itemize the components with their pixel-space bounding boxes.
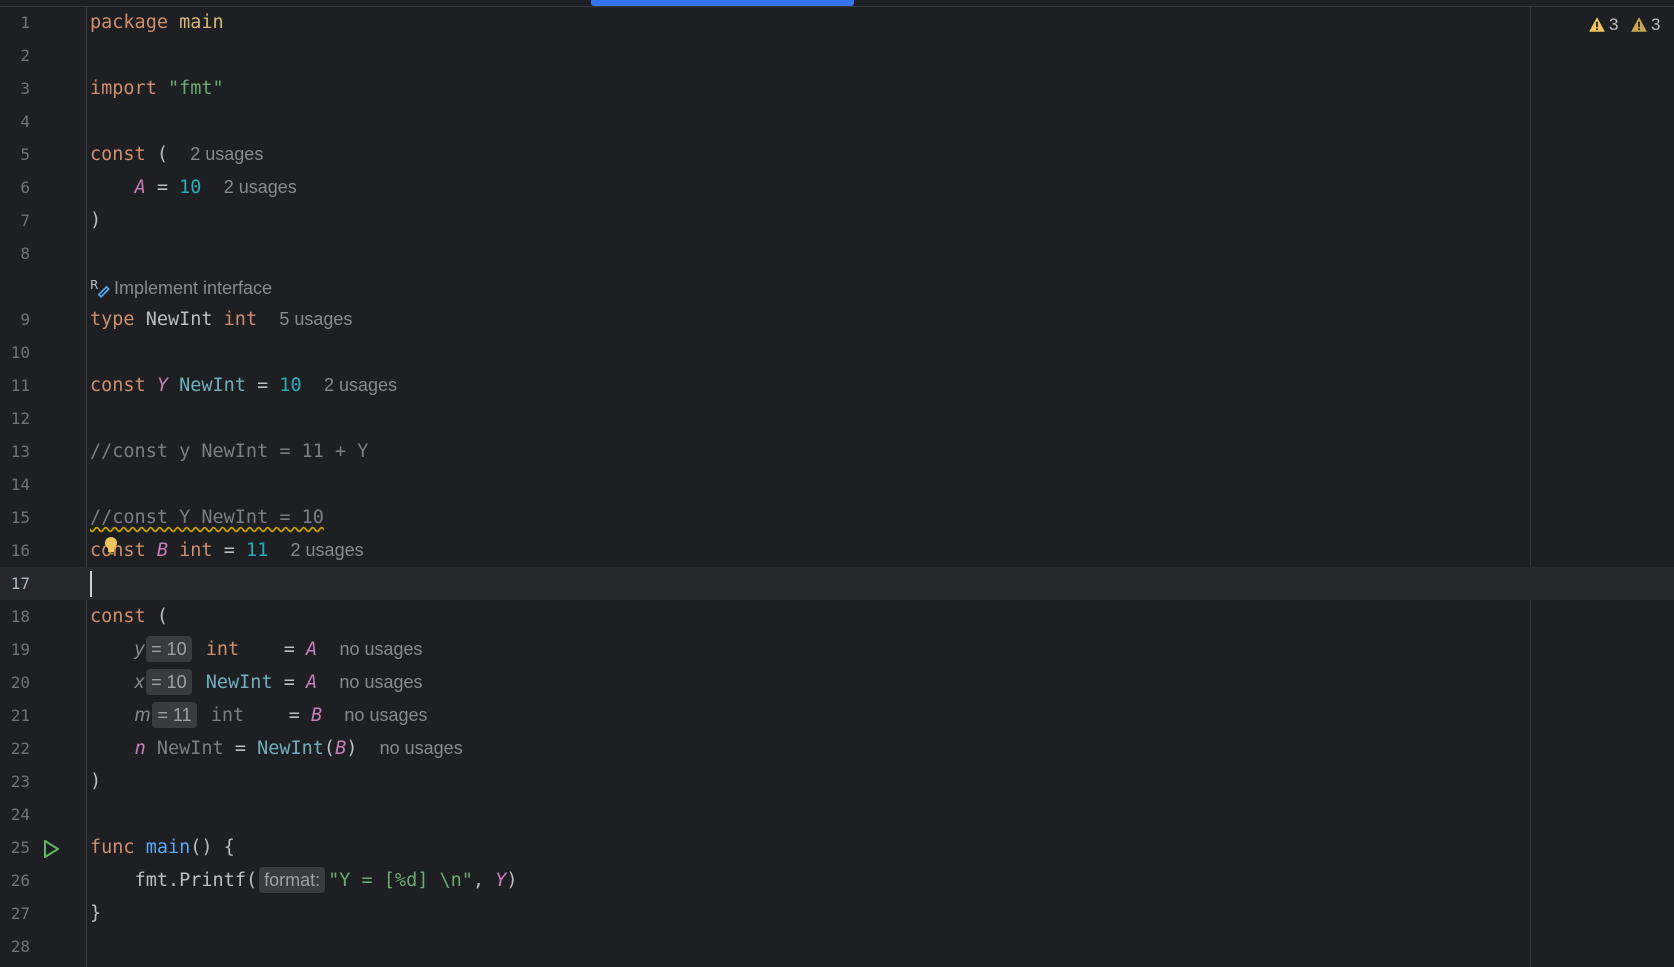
code-text[interactable]: func main() { [90,831,235,864]
value-inlay-hint: = 10 [146,669,192,695]
line-number: 16 [10,541,30,560]
code-line-17[interactable]: 17 [0,567,1674,600]
code-line-13[interactable]: 13 //const y NewInt = 11 + Y [0,435,1674,468]
code-text[interactable]: A = 10 2 usages [90,171,297,204]
line-number: 7 [20,211,30,230]
line-number: 13 [10,442,30,461]
code-line-11[interactable]: 11 const Y NewInt = 10 2 usages [0,369,1674,402]
line-number: 23 [10,772,30,791]
line-number: 5 [20,145,30,164]
line-number: 21 [10,706,30,725]
code-text[interactable]: n NewInt = NewInt(B) no usages [90,732,463,765]
code-line-2[interactable]: 2 [0,39,1674,72]
line-number: 9 [20,310,30,329]
code-line-22[interactable]: 22 n NewInt = NewInt(B) no usages [0,732,1674,765]
code-line-18[interactable]: 18 const ( [0,600,1674,633]
code-text[interactable]: const ( [90,600,168,633]
code-line-4[interactable]: 4 [0,105,1674,138]
code-line-21[interactable]: 21 m = 11 int = B no usages [0,699,1674,732]
code-line-8[interactable]: 8 [0,237,1674,270]
code-line-25[interactable]: 25 func main() { [0,831,1674,864]
usages-hint[interactable]: 2 usages [291,540,364,560]
code-line-6[interactable]: 6 A = 10 2 usages [0,171,1674,204]
code-line-1[interactable]: 1 package main [0,6,1674,39]
code-text[interactable]: ) [90,765,101,798]
usages-hint[interactable]: no usages [339,639,422,659]
parameter-name-hint: format: [259,867,326,893]
value-inlay-hint: = 10 [146,636,192,662]
line-number: 24 [10,805,30,824]
line-number: 8 [20,244,30,263]
run-icon[interactable] [40,838,62,860]
usages-hint[interactable]: 2 usages [324,375,397,395]
code-line-23[interactable]: 23 ) [0,765,1674,798]
line-number: 4 [20,112,30,131]
code-line-20[interactable]: 20 x = 10 NewInt = A no usages [0,666,1674,699]
code-text[interactable]: package main [90,6,224,39]
code-text[interactable]: type NewInt int 5 usages [90,303,352,336]
usages-hint[interactable]: no usages [380,738,463,758]
line-number: 28 [10,937,30,956]
line-number: 26 [10,871,30,890]
svg-text:R: R [90,278,99,292]
code-text[interactable]: const ( 2 usages [90,138,263,171]
line-number: 12 [10,409,30,428]
implement-interface-lens[interactable]: R Implement interface [90,277,272,299]
usages-hint[interactable]: 5 usages [279,309,352,329]
lightbulb-icon[interactable] [103,536,119,556]
code-text[interactable]: y = 10 int = A no usages [90,633,423,666]
code-line-3[interactable]: 3 import "fmt" [0,72,1674,105]
line-number: 25 [10,838,30,857]
code-line-19[interactable]: 19 y = 10 int = A no usages [0,633,1674,666]
code-text[interactable]: m = 11 int = B no usages [90,699,428,732]
code-line-14[interactable]: 14 [0,468,1674,501]
code-text[interactable]: //const Y NewInt = 10 [90,501,324,534]
line-number: 6 [20,178,30,197]
code-line-10[interactable]: 10 [0,336,1674,369]
usages-hint[interactable]: 2 usages [224,177,297,197]
line-number: 3 [20,79,30,98]
line-number: 27 [10,904,30,923]
line-number: 22 [10,739,30,758]
code-line-24[interactable]: 24 [0,798,1674,831]
code-text[interactable]: } [90,897,101,930]
code-text[interactable]: fmt.Printf(format: "Y = [%d] \n", Y) [90,864,517,897]
code-text[interactable]: const Y NewInt = 10 2 usages [90,369,397,402]
line-number: 17 [10,574,30,593]
code-line-15[interactable]: 15 //const Y NewInt = 10 [0,501,1674,534]
code-line-5[interactable]: 5 const ( 2 usages [0,138,1674,171]
code-line-26[interactable]: 26 fmt.Printf(format: "Y = [%d] \n", Y) [0,864,1674,897]
implement-interface-icon: R [90,278,110,298]
value-inlay-hint: = 11 [152,702,197,728]
usages-hint[interactable]: 2 usages [190,144,263,164]
code-line-7[interactable]: 7 ) [0,204,1674,237]
usages-hint[interactable]: no usages [344,705,427,725]
line-number: 19 [10,640,30,659]
line-number: 1 [20,13,30,32]
code-line-27[interactable]: 27 } [0,897,1674,930]
line-number: 20 [10,673,30,692]
code-text[interactable] [90,567,92,600]
code-text[interactable]: import "fmt" [90,72,224,105]
code-line-16[interactable]: 16 const B int = 11 2 usages [0,534,1674,567]
line-number: 14 [10,475,30,494]
code-line-28[interactable]: 28 [0,930,1674,963]
code-text[interactable]: //const y NewInt = 11 + Y [90,435,368,468]
line-number: 2 [20,46,30,65]
line-number: 11 [10,376,30,395]
line-number: 10 [10,343,30,362]
code-line-12[interactable]: 12 [0,402,1674,435]
line-number: 15 [10,508,30,527]
line-number: 18 [10,607,30,626]
usages-hint[interactable]: no usages [339,672,422,692]
code-text[interactable]: ) [90,204,101,237]
code-line-9[interactable]: 9 type NewInt int 5 usages [0,303,1674,336]
text-caret [90,571,92,597]
code-text[interactable]: x = 10 NewInt = A no usages [90,666,423,699]
code-text[interactable]: const B int = 11 2 usages [90,534,364,567]
